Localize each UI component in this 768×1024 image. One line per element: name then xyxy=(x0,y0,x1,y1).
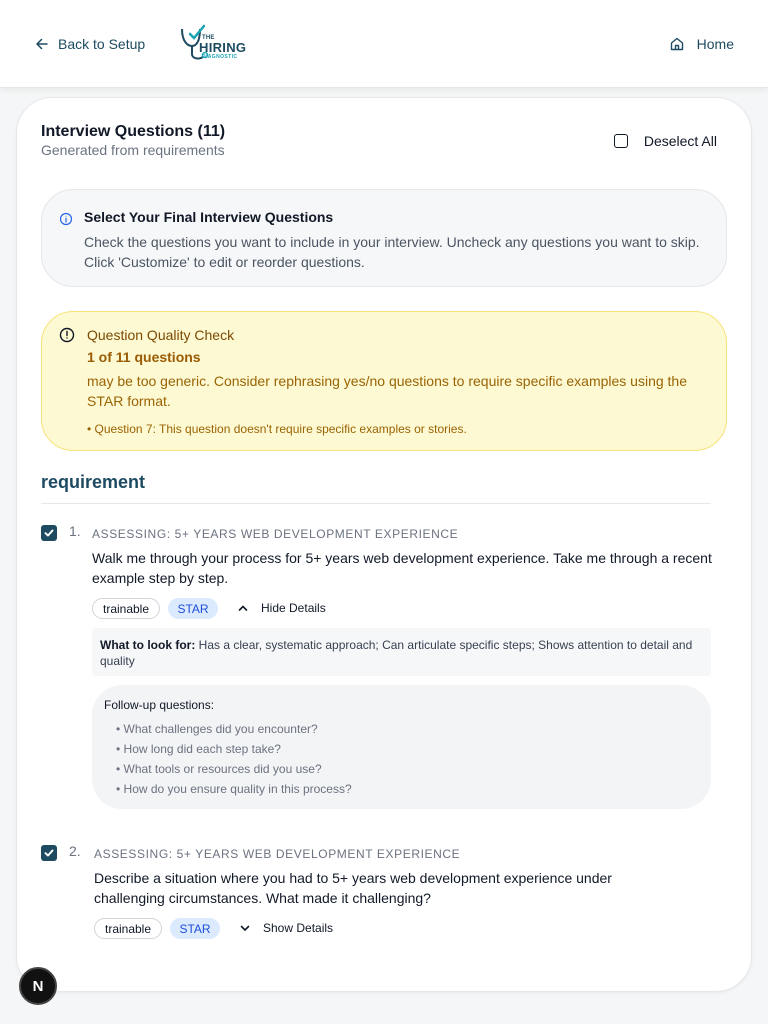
question-1-tag-trainable: trainable xyxy=(92,598,160,619)
hiring-diagnostic-logo[interactable]: THE HIRING DIAGNOSTIC xyxy=(178,24,250,64)
check-icon xyxy=(44,529,54,537)
chevron-up-icon xyxy=(238,605,248,611)
question-1-number: 1. xyxy=(69,523,81,539)
question-2-assessing: ASSESSING: 5+ YEARS WEB DEVELOPMENT EXPE… xyxy=(94,847,461,861)
logo-text-hiring: HIRING xyxy=(199,40,247,55)
quality-check-title: Question Quality Check xyxy=(87,327,235,343)
fab-label: N xyxy=(32,977,44,995)
info-title: Select Your Final Interview Questions xyxy=(84,209,334,225)
card-title: Interview Questions (11) xyxy=(41,123,226,140)
info-body: Check the questions you want to include … xyxy=(84,234,700,270)
info-callout: Select Your Final Interview Questions Ch… xyxy=(41,189,727,287)
question-1-assessing: ASSESSING: 5+ YEARS WEB DEVELOPMENT EXPE… xyxy=(92,527,459,541)
info-icon xyxy=(59,212,73,226)
section-divider xyxy=(41,503,711,504)
home-icon xyxy=(670,37,683,51)
deselect-all-button[interactable]: Deselect All xyxy=(613,133,717,149)
section-title: requirement xyxy=(41,472,146,492)
question-1-checkbox[interactable] xyxy=(41,525,57,541)
deselect-all-checkbox[interactable] xyxy=(613,134,628,148)
follow-up-item: • What challenges did you encounter? xyxy=(116,722,318,736)
follow-up-item: • How long did each step take? xyxy=(116,742,281,756)
question-2-tag-star: STAR xyxy=(170,918,220,939)
check-icon xyxy=(44,849,54,857)
question-2-number: 2. xyxy=(69,843,81,859)
deselect-all-label: Deselect All xyxy=(643,133,717,149)
quality-check-count: 1 of 11 questions xyxy=(87,349,201,365)
follow-up-item: • How do you ensure quality in this proc… xyxy=(116,782,352,796)
follow-up-title: Follow-up questions: xyxy=(104,698,215,712)
question-2-text: Describe a situation where you had to 5+… xyxy=(94,870,612,906)
chevron-down-icon xyxy=(240,925,250,932)
back-to-setup-link[interactable]: Back to Setup xyxy=(34,34,145,54)
quality-check-body: may be too generic. Consider rephrasing … xyxy=(87,373,687,409)
top-header: Back to Setup THE HIRING DIAGNOSTIC Home xyxy=(0,0,768,88)
home-link[interactable]: Home xyxy=(669,34,734,54)
question-1-what-to-look-for: What to look for: Has a clear, systemati… xyxy=(92,628,711,676)
nextjs-dev-indicator-button[interactable]: N xyxy=(19,967,57,1005)
question-1-text: Walk me through your process for 5+ year… xyxy=(92,550,712,586)
quality-check-item: • Question 7: This question doesn't requ… xyxy=(87,422,467,436)
follow-up-item: • What tools or resources did you use? xyxy=(116,762,322,776)
question-1-follow-up-panel: Follow-up questions: • What challenges d… xyxy=(92,685,711,809)
interview-questions-card: Interview Questions (11) Generated from … xyxy=(16,97,752,992)
quality-check-callout: Question Quality Check 1 of 11 questions… xyxy=(41,311,727,451)
home-label: Home xyxy=(696,36,734,52)
arrow-left-icon xyxy=(36,38,48,50)
question-2-toggle-label: Show Details xyxy=(263,921,334,935)
question-1-hide-details-button[interactable]: Hide Details xyxy=(237,601,326,615)
question-1-tag-star: STAR xyxy=(168,598,218,619)
question-2-tag-trainable: trainable xyxy=(94,918,162,939)
question-2-show-details-button[interactable]: Show Details xyxy=(239,921,333,935)
question-2-checkbox[interactable] xyxy=(41,845,57,861)
back-to-setup-label: Back to Setup xyxy=(58,36,146,52)
logo-text-diagnostic: DIAGNOSTIC xyxy=(202,54,238,60)
question-1-toggle-label: Hide Details xyxy=(261,601,326,615)
look-for-label: What to look for: xyxy=(100,638,196,652)
alert-circle-icon xyxy=(59,327,75,343)
card-subtitle: Generated from requirements xyxy=(41,142,225,158)
